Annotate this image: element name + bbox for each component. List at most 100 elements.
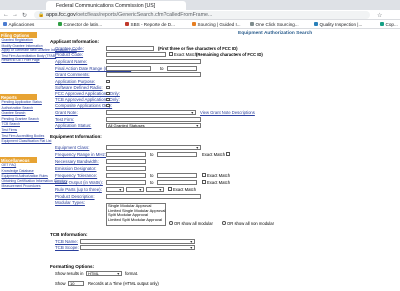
sidebar-reports: Reports Pending Application Status Autho… [0, 94, 52, 145]
browser-tab[interactable]: Federal Communications Commission [US] [46, 1, 186, 10]
browser-tab-bar: Federal Communications Commission [US] [0, 0, 400, 10]
exact-match-label: Exact Match [174, 52, 198, 57]
bookmark-item[interactable]: Aplicaciones [3, 22, 34, 27]
bookmark-item[interactable]: One Click Sourcing... [250, 22, 299, 27]
sidebar-link[interactable]: Granted Registration [0, 38, 37, 44]
fcc-approved-label[interactable]: FCC Approved Applications Only: [55, 91, 120, 96]
modular-types-listbox[interactable]: Single Modular Approval Limited Single M… [106, 203, 166, 226]
applicant-name-input[interactable] [106, 58, 201, 64]
tolerance-to-label: to [150, 173, 154, 178]
product-code-label[interactable]: Product Code: [55, 52, 83, 57]
tcb-name-select[interactable]: ▼ [80, 238, 195, 244]
grant-comments-input[interactable] [106, 71, 201, 77]
tolerance-to-input[interactable] [157, 172, 197, 178]
modular-option[interactable]: Limited Split Modular Approval [107, 217, 165, 223]
software-defined-radio-label[interactable]: Software Defined Radio: [55, 85, 103, 90]
equipment-class-select[interactable]: ▼ [106, 144, 201, 150]
tcb-approved-label[interactable]: TCB Approved Applications Only: [55, 97, 120, 102]
frequency-range-label[interactable]: Frequency Range in MHz: [55, 152, 106, 157]
grant-note-label[interactable]: Grant Note: [55, 110, 78, 115]
bookmark-item[interactable]: Conector de latin... [58, 22, 102, 27]
date-to-input[interactable] [167, 65, 197, 71]
equipment-class-label[interactable]: Equipment Class: [55, 145, 89, 150]
rule-parts-exact-match-checkbox[interactable] [168, 187, 172, 191]
tolerance-exact-match-checkbox[interactable] [202, 173, 206, 177]
rule-parts-label[interactable]: Rule Parts (up to three): [55, 187, 102, 192]
frequency-from-input[interactable] [106, 151, 146, 157]
composite-applications-checkbox[interactable] [106, 103, 110, 107]
tcb-approved-checkbox[interactable] [106, 97, 110, 101]
product-description-input[interactable] [106, 193, 201, 199]
application-purpose-label[interactable]: Application Purpose: [55, 79, 95, 84]
show-count-label: Show [55, 281, 66, 286]
bookmark-item[interactable]: SBS - Reporte de D... [125, 22, 175, 27]
fcc-approved-checkbox[interactable] [106, 91, 110, 95]
product-code-input[interactable] [106, 51, 166, 57]
sidebar-link[interactable]: Obtaining Certification Information Dire… [0, 179, 68, 184]
modular-types-label[interactable]: Modular Types: [55, 200, 85, 205]
product-exact-match-checkbox[interactable] [169, 52, 173, 56]
application-status-label[interactable]: Application Status: [55, 123, 91, 128]
date-from-input[interactable] [106, 65, 151, 71]
view-grant-note-link[interactable]: View Grant Note Descriptions [200, 110, 255, 115]
bookmark-item[interactable]: Sourcing | Guided I... [192, 22, 241, 27]
bookmark-favicon [314, 22, 318, 27]
power-to-input[interactable] [157, 179, 197, 185]
applicant-name-label[interactable]: Applicant Name: [55, 59, 87, 64]
show-all-modular-radio[interactable] [169, 221, 173, 225]
output-format-select[interactable]: HTML ▼ [86, 270, 122, 276]
power-exact-match-checkbox[interactable] [202, 180, 206, 184]
show-all-non-modular-radio[interactable] [222, 221, 226, 225]
product-description-label[interactable]: Product Description: [55, 194, 95, 199]
frequency-exact-match-checkbox[interactable] [226, 152, 230, 156]
bookmark-item[interactable]: Cop... [380, 22, 398, 27]
rule-part-select-1[interactable]: ▼ [106, 186, 124, 192]
sidebar-link[interactable]: Apply or Generate New Grantee Informatio… [0, 49, 77, 53]
reload-icon[interactable]: ↻ [22, 12, 27, 19]
url-text: apps.fcc.gov/oetcf/eas/reports/GenericSe… [46, 12, 212, 18]
bookmark-favicon [380, 22, 384, 27]
sidebar-link[interactable]: Measurement Procedures [0, 184, 41, 190]
bookmark-item[interactable]: Quality Inspection |... [314, 22, 362, 27]
application-status-select[interactable]: All Granted Statuses ▼ [106, 122, 201, 128]
software-defined-radio-checkbox[interactable] [106, 85, 110, 89]
frequency-exact-match-label: Exact Match [202, 152, 226, 157]
chevron-down-icon: ▼ [195, 145, 199, 150]
frequency-to-input[interactable] [157, 151, 197, 157]
sidebar-link[interactable]: Pending Application Status [0, 100, 42, 106]
forward-arrow-icon[interactable]: → [12, 12, 18, 18]
url-host: apps.fcc.gov [46, 12, 76, 19]
chevron-down-icon: ▼ [189, 245, 193, 250]
grant-note-select[interactable]: ▼ [106, 109, 196, 115]
rule-parts-exact-match-label: Exact Match [173, 187, 197, 192]
tcb-name-label[interactable]: TCB Name: [55, 239, 78, 244]
test-firm-label[interactable]: Test Firm: [55, 117, 74, 122]
power-from-input[interactable] [106, 179, 146, 185]
url-omnibox[interactable]: 🔒 apps.fcc.gov/oetcf/eas/reports/Generic… [34, 11, 370, 19]
back-arrow-icon[interactable]: ← [3, 12, 9, 18]
rule-part-select-3[interactable]: ▼ [146, 186, 164, 192]
grantee-code-input[interactable] [106, 45, 154, 51]
necessary-bandwidth-input[interactable] [106, 158, 146, 164]
test-firm-input[interactable] [106, 116, 201, 122]
emission-designator-input[interactable] [106, 165, 146, 171]
tcb-scope-label[interactable]: TCB Scope: [55, 245, 79, 250]
sidebar-link[interactable]: Equipment Classification Flat List [0, 139, 52, 145]
tcb-scope-select[interactable]: ▼ [80, 244, 195, 250]
sidebar-miscellaneous: Miscellaneous OET FAQ Knowledge Database… [0, 157, 68, 190]
power-output-label[interactable]: Power Output (in Watts): [55, 180, 103, 185]
emission-designator-label[interactable]: Emission Designator: [55, 166, 96, 171]
frequency-tolerance-label[interactable]: Frequency Tolerance: [55, 173, 97, 178]
records-per-page-input[interactable]: 10 [68, 280, 84, 286]
rule-part-select-2[interactable]: ▼ [126, 186, 144, 192]
application-purpose-checkbox[interactable] [106, 79, 110, 83]
grant-comments-label[interactable]: Grant Comments: [55, 72, 90, 77]
tolerance-from-input[interactable] [106, 172, 146, 178]
show-all-modular-label: OR show all modular [174, 221, 213, 226]
grantee-code-label[interactable]: Grantee Code: [55, 46, 84, 51]
necessary-bandwidth-label[interactable]: Necessary Bandwidth: [55, 159, 99, 164]
page-title: Equipment Authorization Search [238, 31, 313, 36]
sidebar-link[interactable]: Return to OET Filer Page [0, 58, 40, 64]
star-icon[interactable]: ☆ [377, 12, 382, 19]
composite-applications-label[interactable]: Composite Applications Only: [55, 103, 112, 108]
